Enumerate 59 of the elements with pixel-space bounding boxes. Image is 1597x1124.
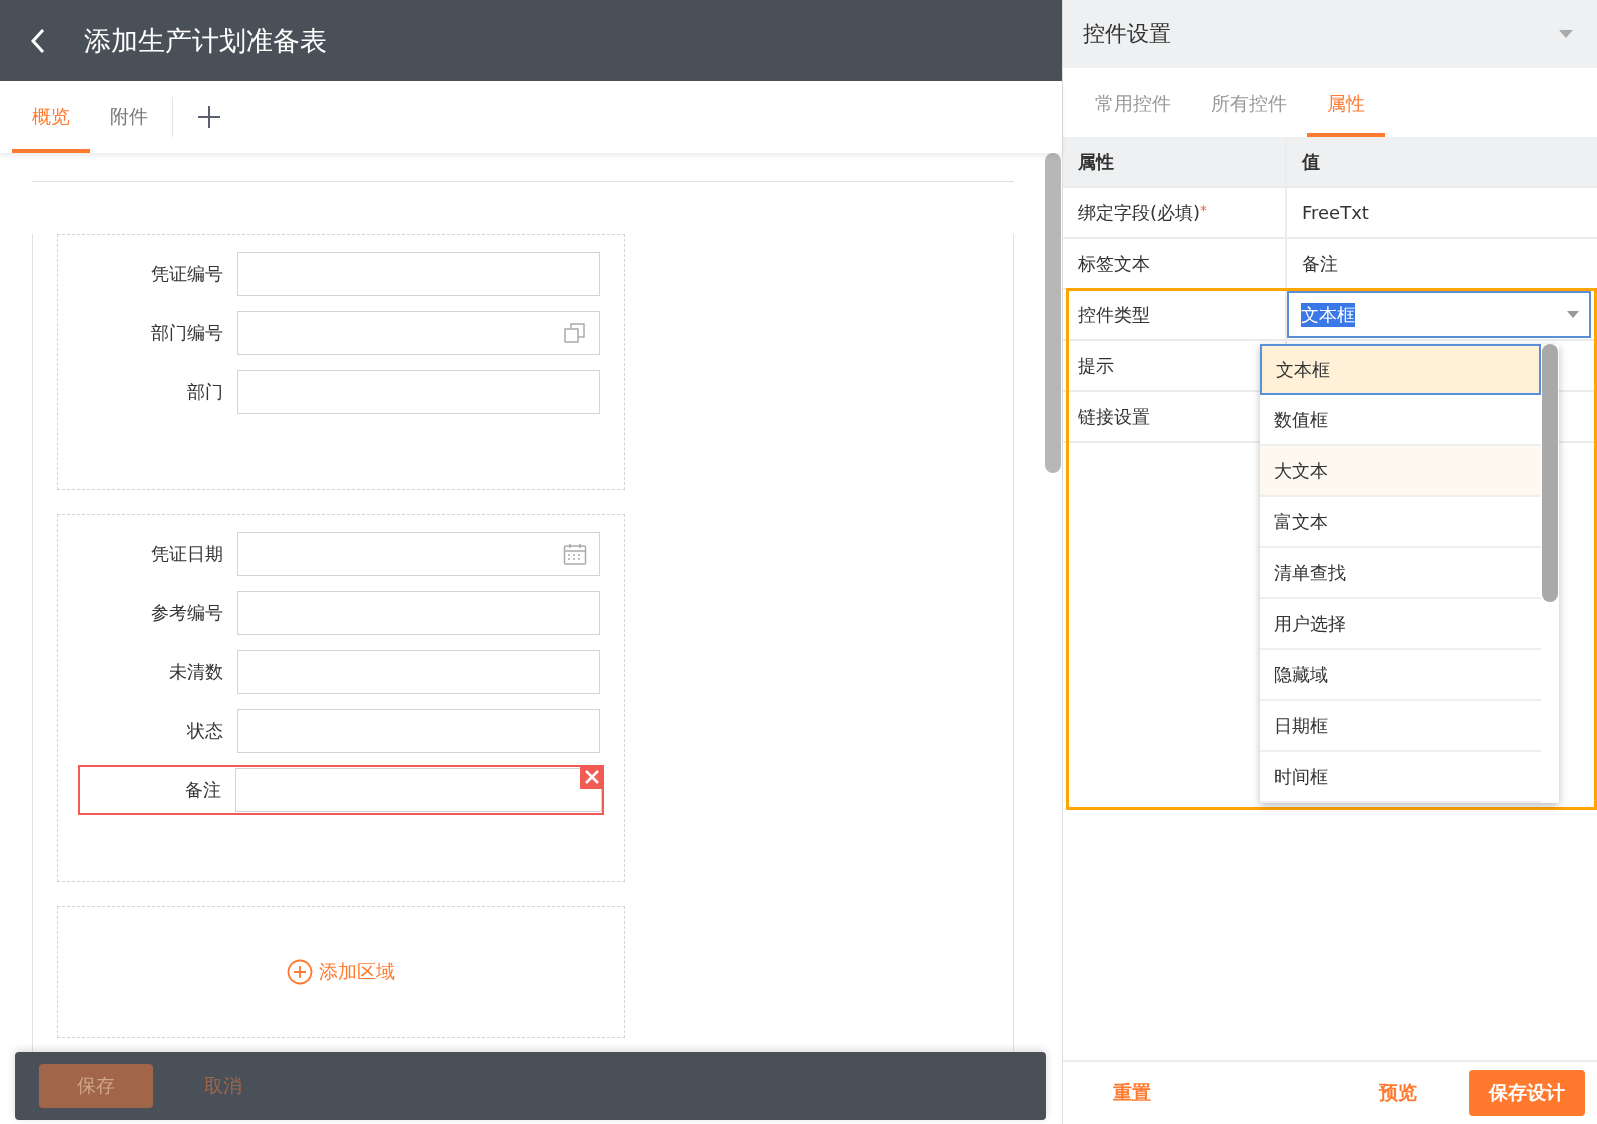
dropdown-option[interactable]: 用户选择	[1260, 599, 1541, 650]
field-row[interactable]: 部门	[80, 367, 602, 417]
field-row[interactable]: 凭证编号	[80, 249, 602, 299]
tab[interactable]: 附件	[90, 81, 168, 153]
field-label: 状态	[186, 719, 224, 743]
input-field[interactable]	[237, 591, 600, 635]
dropdown-option[interactable]: 富文本	[1260, 497, 1541, 548]
field-row[interactable]: 凭证日期	[80, 529, 602, 579]
property-name: 标签文本	[1078, 251, 1150, 276]
plus-icon	[197, 105, 221, 129]
page-title: 添加生产计划准备表	[84, 23, 327, 58]
property-value: FreeTxt	[1301, 201, 1370, 225]
input-field[interactable]	[237, 311, 600, 355]
dropdown-option[interactable]: 日期框	[1260, 701, 1541, 752]
control-type-select[interactable]: 文本框	[1287, 291, 1591, 338]
field-label: 备注	[184, 778, 222, 802]
settings-title: 控件设置	[1083, 20, 1171, 48]
field-label: 凭证编号	[150, 262, 224, 286]
field-label: 凭证日期	[150, 542, 224, 566]
selected-field-row[interactable]: 备注	[78, 765, 604, 815]
input-field[interactable]	[237, 709, 600, 753]
input-field[interactable]	[237, 252, 600, 296]
delete-button[interactable]	[580, 765, 604, 789]
dropdown-option[interactable]: 文本框	[1260, 344, 1541, 395]
field-label: 未清数	[168, 660, 224, 684]
dropdown-option[interactable]: 大文本	[1260, 446, 1541, 497]
plus-circle-icon	[287, 959, 313, 985]
calendar-icon[interactable]	[563, 542, 587, 566]
back-icon	[30, 27, 46, 54]
field-label: 部门编号	[150, 321, 224, 345]
dropdown-option[interactable]: 时间框	[1260, 752, 1541, 803]
field-row[interactable]: 未清数	[80, 647, 602, 697]
dropdown-option[interactable]: 数值框	[1260, 395, 1541, 446]
field-row[interactable]: 状态	[80, 706, 602, 756]
required-mark: *	[1200, 202, 1208, 218]
property-name: 链接设置	[1078, 404, 1150, 429]
caret-icon[interactable]	[1559, 30, 1573, 38]
input-field[interactable]	[237, 370, 600, 414]
scrollbar-thumb[interactable]	[1045, 153, 1061, 473]
field-label: 部门	[186, 380, 224, 404]
input-field[interactable]	[237, 532, 600, 576]
property-name: 控件类型	[1078, 302, 1150, 327]
field-row[interactable]: 部门编号	[80, 308, 602, 358]
caret-icon	[1567, 311, 1579, 318]
field-label: 参考编号	[150, 601, 224, 625]
back-button[interactable]	[30, 27, 46, 54]
property-name: 绑定字段(必填)	[1078, 200, 1201, 225]
dropdown-option[interactable]: 清单查找	[1260, 548, 1541, 599]
dropdown-option[interactable]: 隐藏域	[1260, 650, 1541, 701]
column-header: 属性	[1063, 137, 1287, 186]
column-header: 值	[1300, 149, 1321, 174]
close-icon	[584, 769, 600, 785]
property-name: 提示	[1078, 353, 1114, 378]
scrollbar-thumb[interactable]	[1542, 344, 1558, 602]
field-row[interactable]: 参考编号	[80, 588, 602, 638]
copy-icon[interactable]	[563, 321, 587, 345]
property-value: 备注	[1301, 251, 1339, 276]
input-field[interactable]	[237, 650, 600, 694]
input-field[interactable]	[235, 768, 602, 812]
